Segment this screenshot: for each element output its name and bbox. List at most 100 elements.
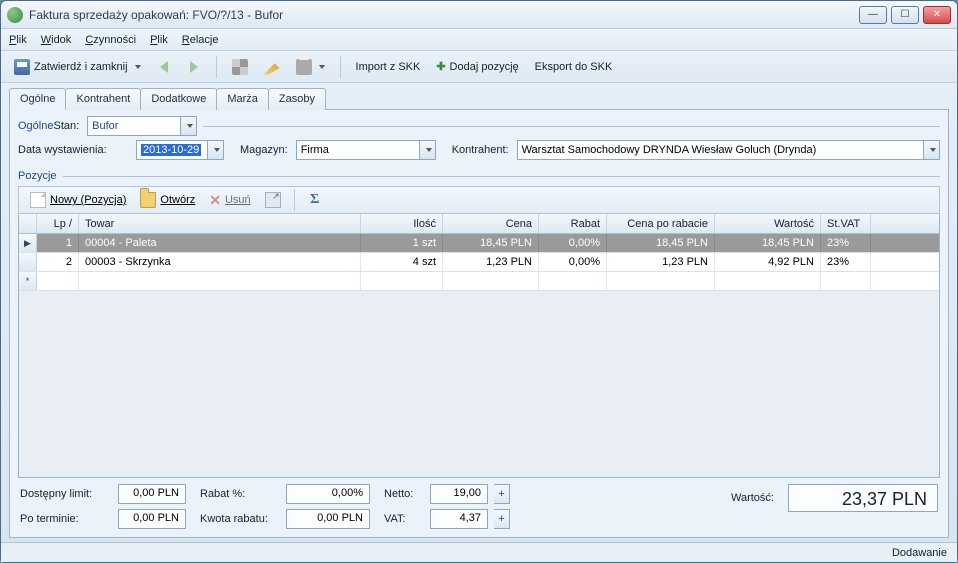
- dostepny-label: Dostępny limit:: [20, 488, 112, 500]
- magazyn-label: Magazyn:: [240, 144, 288, 156]
- pozycje-toolbar: Nowy (Pozycja) Otwórz ✕ Usuń Σ: [18, 186, 940, 214]
- table-row[interactable]: ▶ 1 00004 - Paleta 1 szt 18,45 PLN 0,00%…: [19, 234, 939, 253]
- window-controls: — ☐ ✕: [859, 6, 951, 24]
- menu-widok[interactable]: Widok: [41, 34, 72, 46]
- menu-plik[interactable]: Plik: [9, 34, 27, 46]
- col-ilosc[interactable]: Ilość: [361, 214, 443, 233]
- app-icon: [7, 7, 23, 23]
- arrow-right-icon: [190, 61, 198, 73]
- stan-label: Stan:: [53, 120, 79, 132]
- dodaj-pozycje-button[interactable]: ✚Dodaj pozycję: [431, 55, 523, 79]
- content-area: Ogólne Kontrahent Dodatkowe Marża Zasoby…: [1, 83, 957, 542]
- magazyn-select[interactable]: Firma: [296, 140, 436, 160]
- data-label: Data wystawienia:: [18, 144, 128, 156]
- row-marker-icon: *: [19, 272, 37, 290]
- grid-header: Lp / Towar Ilość Cena Rabat Cena po raba…: [19, 214, 939, 234]
- save-close-button[interactable]: Zatwierdź i zamknij: [9, 55, 146, 79]
- status-text: Dodawanie: [892, 547, 947, 559]
- grid-body[interactable]: ▶ 1 00004 - Paleta 1 szt 18,45 PLN 0,00%…: [19, 234, 939, 477]
- section-ogolne: Ogólne Stan: Bufor: [18, 116, 940, 136]
- menubar: Plik Widok Czynności Plik Relacje: [1, 29, 957, 51]
- chevron-down-icon: [135, 65, 141, 69]
- chevron-down-icon: [426, 148, 432, 152]
- dostepny-value: 0,00 PLN: [118, 484, 186, 504]
- arrow-left-icon: [160, 61, 168, 73]
- window-title: Faktura sprzedaży opakowań: FVO/?/13 - B…: [29, 8, 283, 22]
- rabatp-input[interactable]: 0,00%: [286, 484, 370, 504]
- external-button[interactable]: [260, 188, 286, 212]
- tab-kontrahent[interactable]: Kontrahent: [65, 88, 141, 110]
- row-marker-icon: [19, 253, 37, 271]
- col-wartosc[interactable]: Wartość: [715, 214, 821, 233]
- col-lp[interactable]: Lp /: [37, 214, 79, 233]
- tab-zasoby[interactable]: Zasoby: [268, 88, 326, 110]
- delete-icon: ✕: [209, 192, 221, 209]
- sum-button[interactable]: Σ: [303, 188, 327, 212]
- table-row-new[interactable]: *: [19, 272, 939, 291]
- save-icon: [14, 59, 30, 75]
- tab-marza[interactable]: Marża: [216, 88, 269, 110]
- col-towar[interactable]: Towar: [79, 214, 361, 233]
- nav-fwd-button[interactable]: [182, 55, 206, 79]
- chevron-down-icon: [319, 65, 325, 69]
- close-button[interactable]: ✕: [923, 6, 951, 24]
- edit-button[interactable]: [259, 55, 285, 79]
- app-window: Faktura sprzedaży opakowań: FVO/?/13 - B…: [0, 0, 958, 563]
- nowy-pozycja-button[interactable]: Nowy (Pozycja): [25, 188, 131, 212]
- col-cenarab[interactable]: Cena po rabacie: [607, 214, 715, 233]
- wartosc-total: 23,37 PLN: [788, 484, 938, 512]
- netto-expand-button[interactable]: +: [494, 484, 510, 504]
- chevron-down-icon: [214, 148, 220, 152]
- kontrahent-label: Kontrahent:: [452, 144, 509, 156]
- print-icon: [296, 59, 312, 75]
- menu-plik2[interactable]: Plik: [150, 34, 168, 46]
- nav-back-button[interactable]: [152, 55, 176, 79]
- sigma-icon: Σ: [310, 192, 319, 208]
- external-icon: [265, 192, 281, 208]
- tools-button[interactable]: [227, 55, 253, 79]
- chevron-down-icon: [930, 148, 936, 152]
- kwota-input[interactable]: 0,00 PLN: [286, 509, 370, 529]
- otworz-button[interactable]: Otwórz: [135, 188, 200, 212]
- stan-select[interactable]: Bufor: [87, 116, 197, 136]
- vat-expand-button[interactable]: +: [494, 509, 510, 529]
- eksport-skk-button[interactable]: Eksport do SKK: [530, 55, 618, 79]
- menu-relacje[interactable]: Relacje: [182, 34, 219, 46]
- col-rabat[interactable]: Rabat: [539, 214, 607, 233]
- usun-button[interactable]: ✕ Usuń: [204, 188, 255, 212]
- kwota-label: Kwota rabatu:: [200, 513, 280, 525]
- separator: [340, 56, 341, 78]
- table-row[interactable]: 2 00003 - Skrzynka 4 szt 1,23 PLN 0,00% …: [19, 253, 939, 272]
- vat-label: VAT:: [384, 513, 424, 525]
- maximize-button[interactable]: ☐: [891, 6, 919, 24]
- titlebar: Faktura sprzedaży opakowań: FVO/?/13 - B…: [1, 1, 957, 29]
- col-cena[interactable]: Cena: [443, 214, 539, 233]
- plus-icon: ✚: [436, 60, 445, 73]
- open-icon: [140, 192, 156, 208]
- menu-czynnosci[interactable]: Czynności: [85, 34, 136, 46]
- tab-dodatkowe[interactable]: Dodatkowe: [140, 88, 217, 110]
- separator: [216, 56, 217, 78]
- rabatp-label: Rabat %:: [200, 488, 280, 500]
- save-close-label: Zatwierdź i zamknij: [34, 61, 128, 73]
- toolbar: Zatwierdź i zamknij Import z SKK ✚Dodaj …: [1, 51, 957, 83]
- chevron-down-icon: [187, 124, 193, 128]
- section-pozycje: Pozycje: [18, 170, 940, 182]
- import-skk-button[interactable]: Import z SKK: [351, 55, 426, 79]
- print-button[interactable]: [291, 55, 330, 79]
- minimize-button[interactable]: —: [859, 6, 887, 24]
- separator: [294, 189, 295, 211]
- tools-icon: [232, 59, 248, 75]
- edit-icon: [264, 59, 280, 75]
- col-vat[interactable]: St.VAT: [821, 214, 871, 233]
- netto-value: 19,00: [430, 484, 488, 504]
- col-marker[interactable]: [19, 214, 37, 233]
- row-marker-icon: ▶: [19, 234, 37, 252]
- panel-ogolne: Ogólne Stan: Bufor Data wystawienia: 201…: [9, 110, 949, 538]
- tab-ogolne[interactable]: Ogólne: [9, 88, 66, 110]
- netto-label: Netto:: [384, 488, 424, 500]
- kontrahent-select[interactable]: Warsztat Samochodowy DRYNDA Wiesław Golu…: [517, 140, 940, 160]
- poterminie-label: Po terminie:: [20, 513, 112, 525]
- new-icon: [30, 192, 46, 208]
- data-wystawienia-input[interactable]: 2013-10-29: [136, 140, 224, 160]
